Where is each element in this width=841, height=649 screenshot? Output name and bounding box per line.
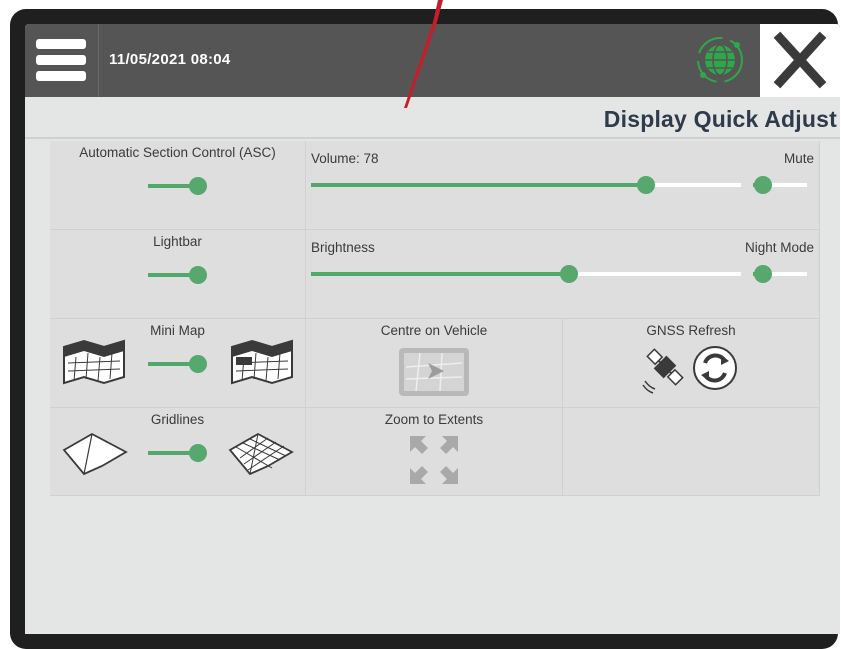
hamburger-bar-icon (36, 71, 86, 81)
close-button[interactable] (760, 24, 840, 97)
lightbar-label: Lightbar (153, 234, 202, 249)
mini-map-toggle[interactable] (148, 353, 208, 375)
gnss-refresh-label: GNSS Refresh (646, 323, 736, 338)
map-off-icon (63, 339, 125, 385)
menu-button[interactable] (25, 24, 99, 97)
toggle-knob (189, 355, 207, 373)
brightness-cell: Brightness Night Mode (306, 230, 820, 319)
mute-label: Mute (783, 151, 814, 166)
asc-label: Automatic Section Control (ASC) (79, 145, 276, 160)
field-plain-icon (62, 432, 128, 476)
volume-label: Volume: 78 (311, 151, 379, 166)
centre-on-vehicle-label: Centre on Vehicle (380, 323, 488, 338)
toggle-knob (754, 265, 772, 283)
screen: 11/05/2021 08:04 Display Quick Adjust Au… (25, 24, 840, 634)
slider-knob[interactable] (637, 176, 656, 194)
lightbar-cell[interactable]: Lightbar (50, 230, 306, 319)
slider-fill (311, 272, 569, 276)
hamburger-bar-icon (36, 55, 86, 65)
date-time: 11/05/2021 08:04 (109, 51, 231, 68)
field-grid-icon (228, 432, 294, 476)
gridlines-toggle[interactable] (148, 442, 208, 464)
asc-toggle[interactable] (148, 175, 208, 197)
volume-cell: Volume: 78 Mute (306, 141, 820, 230)
gnss-refresh-button[interactable]: GNSS Refresh (563, 319, 820, 408)
zoom-to-extents-label: Zoom to Extents (384, 412, 484, 427)
globe-satellite-icon (697, 37, 743, 83)
toggle-knob (189, 444, 207, 462)
top-bar: 11/05/2021 08:04 (25, 24, 840, 97)
slider-fill (311, 183, 647, 187)
brightness-label: Brightness (311, 240, 375, 255)
brightness-slider[interactable] (311, 263, 741, 285)
volume-slider[interactable] (311, 174, 741, 196)
map-on-icon (231, 339, 293, 385)
title-bar: Display Quick Adjust (25, 97, 840, 139)
zoom-extents-icon (410, 436, 458, 484)
night-mode-label: Night Mode (744, 240, 814, 255)
lightbar-toggle[interactable] (148, 264, 208, 286)
hamburger-bar-icon (36, 39, 86, 49)
toggle-knob (189, 177, 207, 195)
zoom-to-extents-button[interactable]: Zoom to Extents (306, 408, 563, 496)
mini-map-label: Mini Map (150, 323, 205, 338)
gridlines-cell[interactable]: Gridlines (50, 408, 306, 496)
display-bezel: 11/05/2021 08:04 Display Quick Adjust Au… (10, 9, 840, 649)
gridlines-label: Gridlines (150, 412, 205, 427)
empty-cell (563, 408, 820, 496)
close-icon (773, 31, 827, 89)
centre-vehicle-icon (399, 348, 469, 396)
toggle-knob (189, 266, 207, 284)
slider-knob[interactable] (560, 265, 578, 283)
mute-toggle[interactable] (753, 174, 807, 196)
satellite-refresh-icon (642, 346, 737, 394)
page-title: Display Quick Adjust (603, 106, 837, 132)
mini-map-cell[interactable]: Mini Map (50, 319, 306, 408)
centre-on-vehicle-button[interactable]: Centre on Vehicle (306, 319, 563, 408)
toggle-knob (754, 176, 772, 194)
gnss-status-button[interactable] (693, 33, 747, 87)
night-mode-toggle[interactable] (753, 263, 807, 285)
asc-cell[interactable]: Automatic Section Control (ASC) (50, 141, 306, 230)
quick-adjust-grid: Automatic Section Control (ASC) Volume: … (50, 141, 820, 496)
